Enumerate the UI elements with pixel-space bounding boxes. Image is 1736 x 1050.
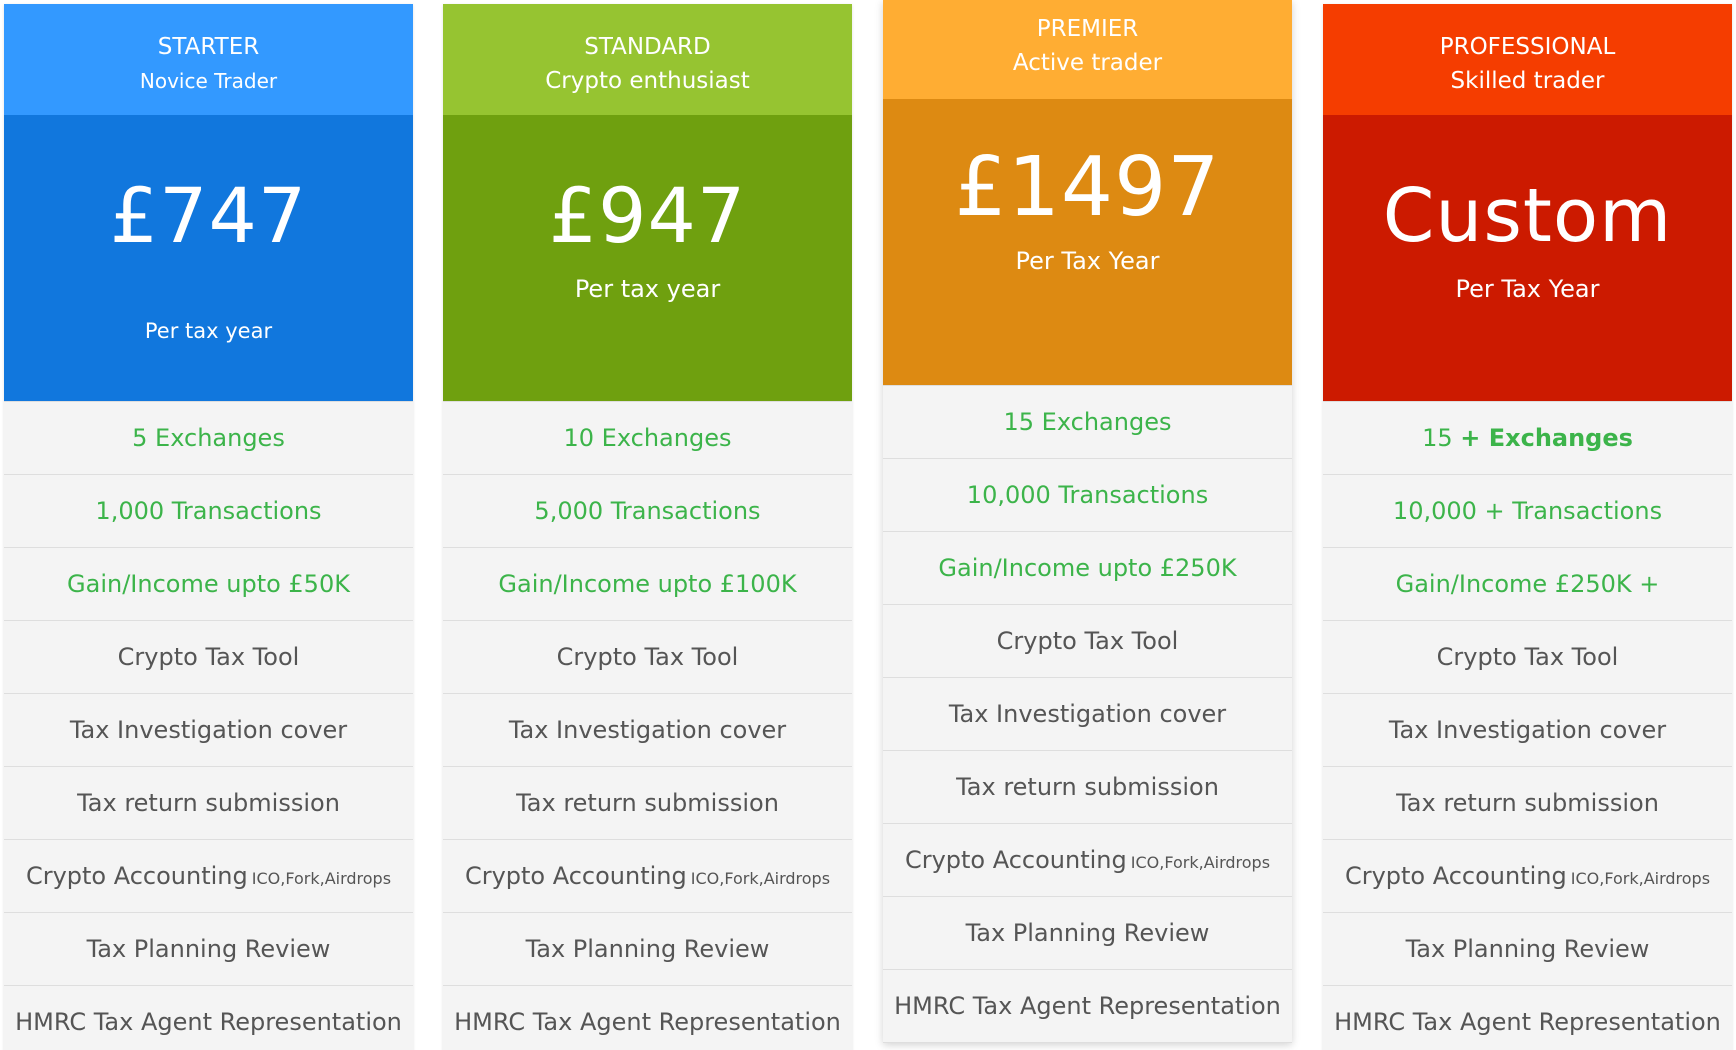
feature-tax-tool: Crypto Tax Tool [883,604,1292,677]
price-period: Per tax year [144,319,273,343]
feature-list: 5 Exchanges 1,000 Transactions Gain/Inco… [4,401,413,1050]
plan-professional: PROFESSIONAL Skilled trader Custom Per T… [1323,4,1732,1050]
price-period: Per Tax Year [1015,247,1160,275]
plan-tier: STARTER [157,34,260,60]
feature-tax-tool: Crypto Tax Tool [443,620,852,693]
plan-persona: Active trader [1012,50,1163,76]
feature-accounting: Crypto Accounting ICO,Fork,Airdrops [4,839,413,912]
feature-planning: Tax Planning Review [443,912,852,985]
plan-persona: Novice Trader [139,69,278,93]
plan-header: STANDARD Crypto enthusiast [443,4,852,115]
plan-starter: STARTER Novice Trader £747 Per tax year … [4,4,413,1050]
feature-exchanges: 15 Exchanges [883,385,1292,458]
feature-hmrc: HMRC Tax Agent Representation [4,985,413,1050]
feature-submission: Tax return submission [4,766,413,839]
feature-investigation: Tax Investigation cover [1323,693,1732,766]
feature-gain: Gain/Income upto £100K [443,547,852,620]
feature-investigation: Tax Investigation cover [883,677,1292,750]
feature-accounting: Crypto Accounting ICO,Fork,Airdrops [443,839,852,912]
feature-planning: Tax Planning Review [4,912,413,985]
plan-header: PROFESSIONAL Skilled trader [1323,4,1732,115]
feature-accounting: Crypto Accounting ICO,Fork,Airdrops [1323,839,1732,912]
feature-list: 15 Exchanges 10,000 Transactions Gain/In… [883,385,1292,1043]
feature-list: 15 + Exchanges 10,000 + Transactions Gai… [1323,401,1732,1050]
feature-transactions: 1,000 Transactions [4,474,413,547]
feature-investigation: Tax Investigation cover [4,693,413,766]
feature-submission: Tax return submission [443,766,852,839]
plan-persona: Crypto enthusiast [545,68,750,94]
plan-persona: Skilled trader [1450,68,1605,94]
feature-hmrc: HMRC Tax Agent Representation [443,985,852,1050]
feature-investigation: Tax Investigation cover [443,693,852,766]
plan-premier: PREMIER Active trader £1497 Per Tax Year… [883,0,1292,1043]
plan-tier: PREMIER [1036,16,1139,42]
feature-exchanges: 15 + Exchanges [1323,401,1732,474]
feature-planning: Tax Planning Review [883,896,1292,969]
plan-price-block: £747 Per tax year [4,115,413,401]
plan-standard: STANDARD Crypto enthusiast £947 Per tax … [443,4,852,1050]
feature-accounting-note: ICO,Fork,Airdrops [251,869,392,888]
plan-header: STARTER Novice Trader [4,4,413,115]
feature-accounting-label: Crypto Accounting [1344,862,1567,890]
feature-accounting-label: Crypto Accounting [464,862,687,890]
feature-submission: Tax return submission [883,750,1292,823]
price-period: Per Tax Year [1455,275,1600,303]
price-value: Custom [1382,173,1673,259]
feature-planning: Tax Planning Review [1323,912,1732,985]
feature-accounting-note: ICO,Fork,Airdrops [690,869,831,888]
feature-submission: Tax return submission [1323,766,1732,839]
feature-accounting-label: Crypto Accounting [25,862,248,890]
plan-tier: PROFESSIONAL [1439,34,1616,60]
plan-price-block: £1497 Per Tax Year [883,99,1292,385]
price-value: £947 [548,171,747,260]
feature-accounting-note: ICO,Fork,Airdrops [1570,869,1711,888]
feature-hmrc: HMRC Tax Agent Representation [883,969,1292,1043]
feature-transactions: 10,000 + Transactions [1323,474,1732,547]
plan-header: PREMIER Active trader [883,0,1292,99]
price-value: £1497 [954,140,1221,235]
pricing-table: STARTER Novice Trader £747 Per tax year … [0,0,1736,1050]
feature-list: 10 Exchanges 5,000 Transactions Gain/Inc… [443,401,852,1050]
price-value: £747 [109,171,308,260]
plan-price-block: £947 Per tax year [443,115,852,401]
feature-tax-tool: Crypto Tax Tool [4,620,413,693]
feature-hmrc: HMRC Tax Agent Representation [1323,985,1732,1050]
feature-tax-tool: Crypto Tax Tool [1323,620,1732,693]
feature-transactions: 5,000 Transactions [443,474,852,547]
price-period: Per tax year [574,275,721,303]
feature-exchanges-label: + Exchanges [1460,424,1633,452]
feature-gain: Gain/Income £250K + [1323,547,1732,620]
plan-price-block: Custom Per Tax Year [1323,115,1732,401]
feature-transactions: 10,000 Transactions [883,458,1292,531]
feature-accounting-label: Crypto Accounting [904,846,1127,874]
feature-exchanges-count: 15 [1422,424,1453,452]
feature-gain: Gain/Income upto £250K [883,531,1292,604]
feature-gain: Gain/Income upto £50K [4,547,413,620]
plan-tier: STANDARD [584,34,711,60]
feature-exchanges: 10 Exchanges [443,401,852,474]
feature-accounting-note: ICO,Fork,Airdrops [1130,853,1271,872]
feature-exchanges: 5 Exchanges [4,401,413,474]
feature-accounting: Crypto Accounting ICO,Fork,Airdrops [883,823,1292,896]
